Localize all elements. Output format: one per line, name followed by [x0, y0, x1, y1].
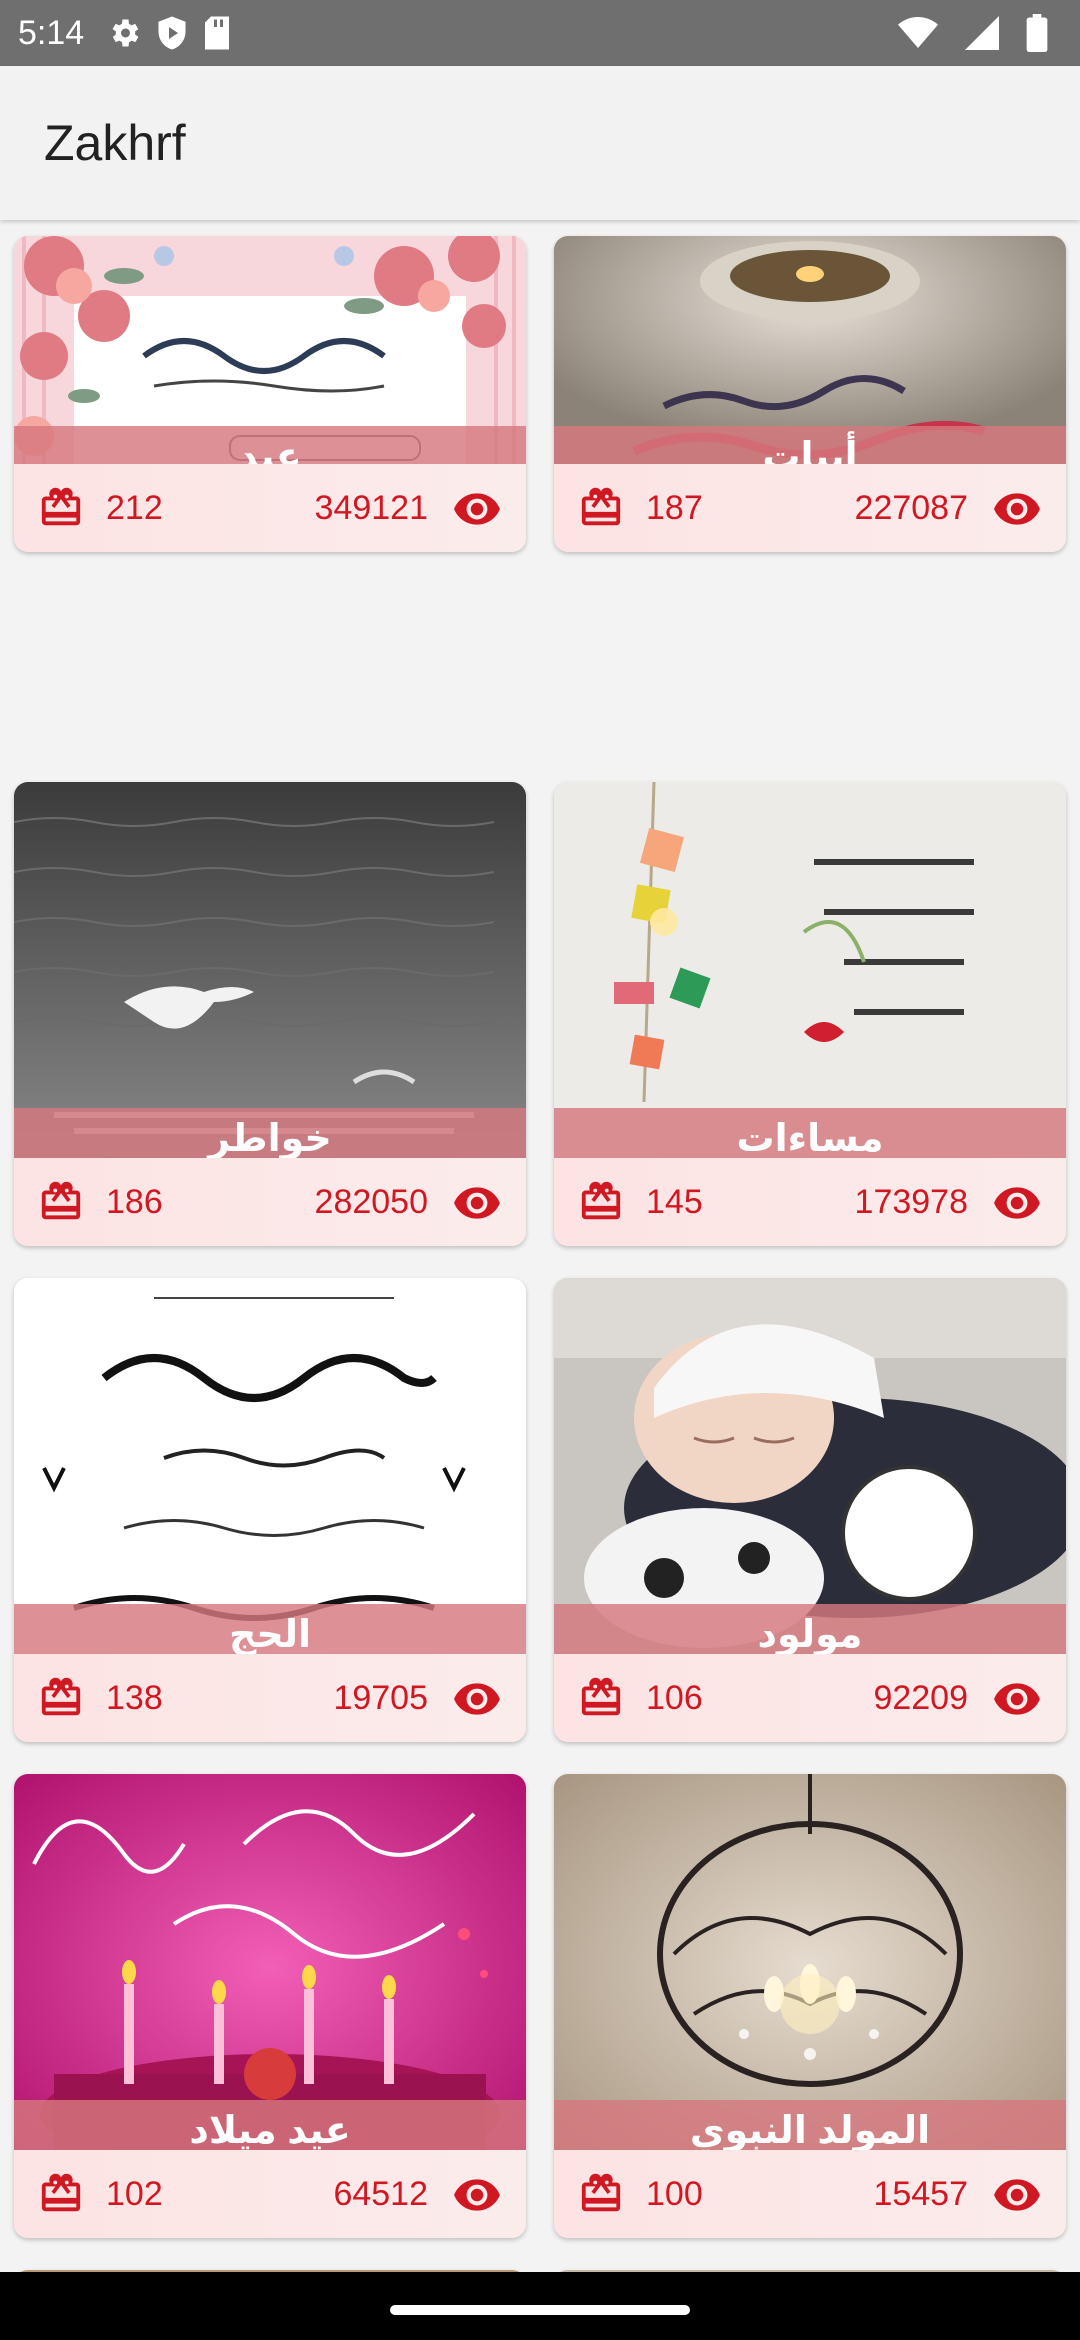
status-bar: 5:14: [0, 0, 1080, 66]
category-card[interactable]: الحج 138 19705: [14, 1278, 526, 1742]
like-count: 145: [646, 1182, 703, 1221]
gift-icon[interactable]: [578, 2171, 624, 2217]
card-footer: 106 92209: [554, 1654, 1066, 1742]
like-count: 100: [646, 2174, 703, 2213]
card-footer: 102 64512: [14, 2150, 526, 2238]
shield-play-icon: [156, 15, 188, 51]
gift-icon[interactable]: [38, 485, 84, 531]
gift-icon[interactable]: [38, 2171, 84, 2217]
category-grid[interactable]: عيد 212 349121 أبيات 187 227087 خواطر 18…: [0, 222, 1080, 2272]
like-count: 138: [106, 1678, 163, 1717]
wifi-icon: [898, 16, 938, 50]
eye-icon[interactable]: [452, 1680, 502, 1716]
eye-icon[interactable]: [452, 2176, 502, 2212]
like-count: 186: [106, 1182, 163, 1221]
like-count: 102: [106, 2174, 163, 2213]
sd-card-icon: [202, 15, 232, 51]
view-count: 15457: [873, 2174, 968, 2213]
eye-icon[interactable]: [992, 1680, 1042, 1716]
gift-icon[interactable]: [578, 1179, 624, 1225]
card-footer: 212 349121: [14, 464, 526, 552]
eye-icon[interactable]: [992, 490, 1042, 526]
view-count: 19705: [333, 1678, 428, 1717]
category-card[interactable]: المولد النبوي 100 15457: [554, 1774, 1066, 2238]
view-count: 92209: [873, 1678, 968, 1717]
category-card[interactable]: خواطر 186 282050: [14, 782, 526, 1246]
card-footer: 100 15457: [554, 2150, 1066, 2238]
gift-icon[interactable]: [578, 1675, 624, 1721]
gift-icon[interactable]: [578, 485, 624, 531]
category-card[interactable]: مساءات 145 173978: [554, 782, 1066, 1246]
gift-icon[interactable]: [38, 1179, 84, 1225]
category-card[interactable]: أبيات 187 227087: [554, 236, 1066, 552]
gear-icon: [106, 15, 142, 51]
signal-icon: [964, 16, 1000, 50]
eye-icon[interactable]: [452, 490, 502, 526]
app-bar: Zakhrf: [0, 66, 1080, 220]
like-count: 187: [646, 488, 703, 527]
category-card[interactable]: مولود 106 92209: [554, 1278, 1066, 1742]
battery-icon: [1026, 14, 1048, 52]
category-card[interactable]: عيد 212 349121: [14, 236, 526, 552]
view-count: 227087: [854, 488, 968, 527]
like-count: 106: [646, 1678, 703, 1717]
status-time: 5:14: [18, 13, 85, 52]
eye-icon[interactable]: [452, 1184, 502, 1220]
eye-icon[interactable]: [992, 1184, 1042, 1220]
eye-icon[interactable]: [992, 2176, 1042, 2212]
card-footer: 186 282050: [14, 1158, 526, 1246]
category-card[interactable]: عيد ميلاد 102 64512: [14, 1774, 526, 2238]
app-title: Zakhrf: [44, 115, 186, 171]
home-indicator[interactable]: [390, 2305, 690, 2315]
card-footer: 138 19705: [14, 1654, 526, 1742]
gift-icon[interactable]: [38, 1675, 84, 1721]
view-count: 173978: [854, 1182, 968, 1221]
card-footer: 187 227087: [554, 464, 1066, 552]
view-count: 282050: [314, 1182, 428, 1221]
card-footer: 145 173978: [554, 1158, 1066, 1246]
view-count: 64512: [333, 2174, 428, 2213]
view-count: 349121: [314, 488, 428, 527]
like-count: 212: [106, 488, 163, 527]
